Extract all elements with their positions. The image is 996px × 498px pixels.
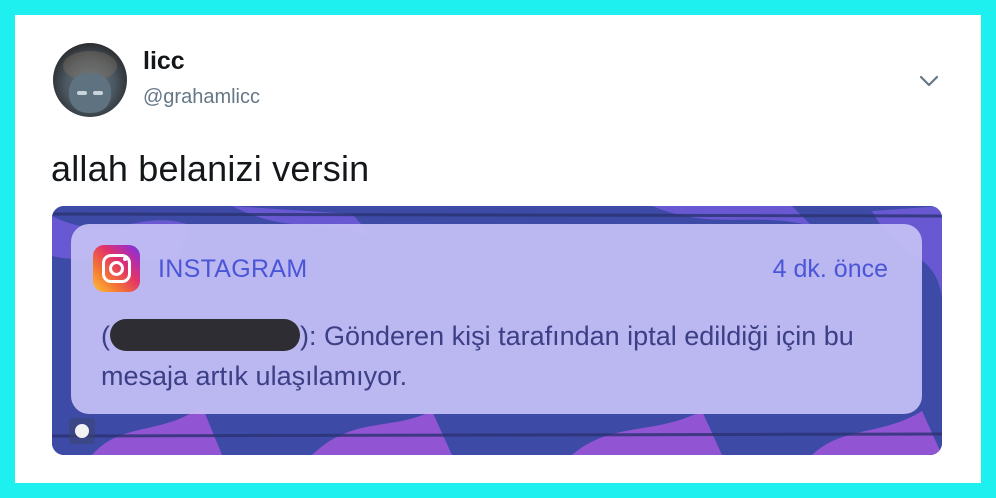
tweet-image[interactable]: INSTAGRAM 4 dk. önce (): Gönderen kişi t… [52, 206, 942, 455]
smile-icon[interactable] [69, 418, 95, 444]
instagram-icon [93, 245, 140, 292]
display-name[interactable]: licc [143, 47, 185, 76]
avatar[interactable] [53, 43, 127, 117]
notification-message: (): Gönderen kişi tarafından iptal edild… [101, 316, 901, 396]
tweet-card: licc @grahamlicc allah belanizi versin I… [15, 15, 981, 483]
notification-time: 4 dk. önce [772, 255, 888, 283]
user-handle[interactable]: @grahamlicc [143, 86, 260, 109]
redacted-username [110, 319, 300, 351]
instagram-notification[interactable]: INSTAGRAM 4 dk. önce (): Gönderen kişi t… [71, 224, 922, 414]
message-open-paren: ( [101, 321, 110, 351]
notification-app-name: INSTAGRAM [158, 255, 308, 283]
chevron-down-icon[interactable] [917, 71, 941, 91]
tweet-text: allah belanizi versin [51, 148, 370, 189]
